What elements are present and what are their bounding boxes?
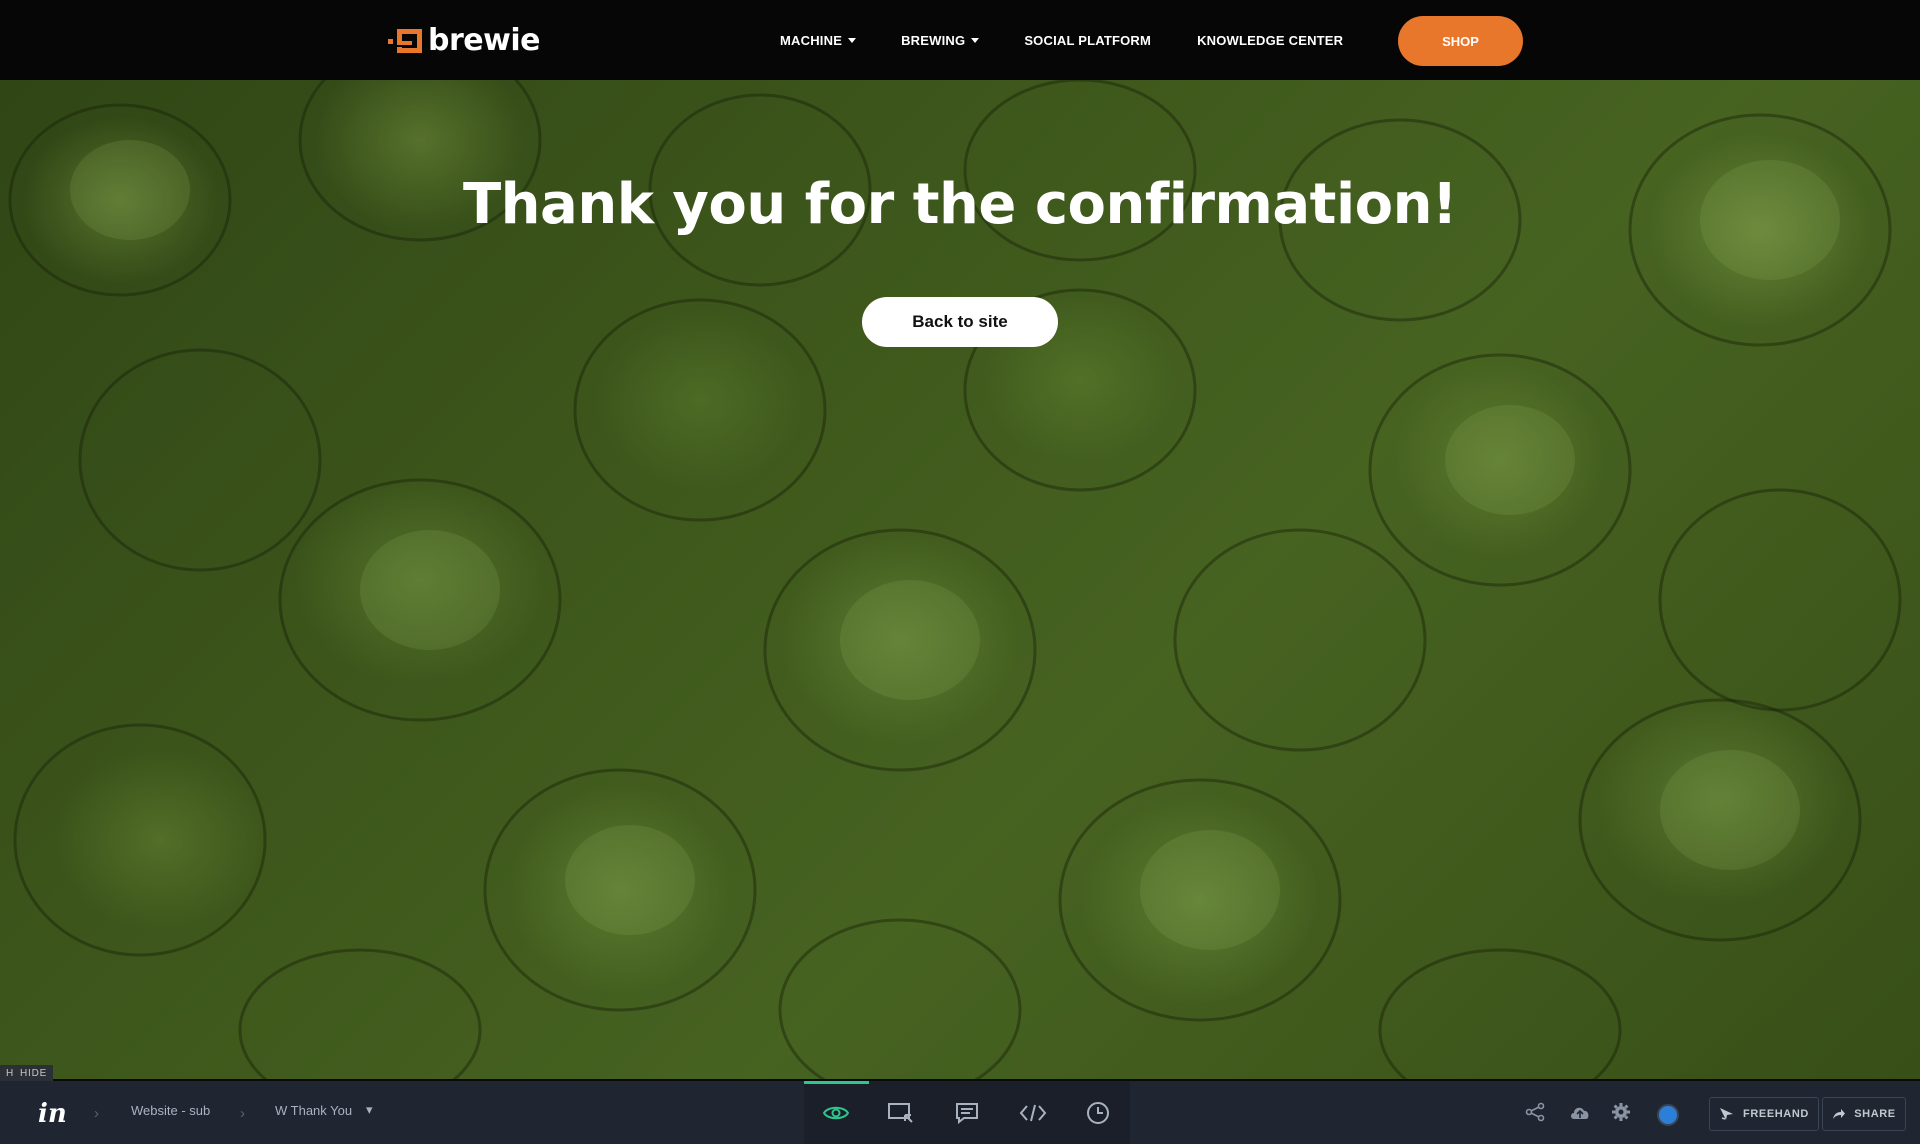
user-avatar[interactable] xyxy=(1657,1104,1679,1126)
nav-item-social-platform[interactable]: SOCIAL PLATFORM xyxy=(1024,33,1151,48)
share-arrow-icon xyxy=(1833,1109,1846,1119)
code-icon[interactable] xyxy=(1015,1095,1051,1131)
chevron-right-icon: › xyxy=(240,1105,245,1122)
nav-item-machine[interactable]: MACHINE xyxy=(780,32,857,48)
breadcrumb-screen[interactable]: W Thank You xyxy=(275,1103,352,1118)
page-title: Thank you for the confirmation! xyxy=(462,172,1458,237)
nav-item-brewing[interactable]: BREWING xyxy=(901,32,980,48)
brewie-logo-mark-icon xyxy=(388,29,422,53)
hero-background-hops-image: Thank you for the confirmation! Back to … xyxy=(0,80,1920,1079)
preview-eye-icon[interactable] xyxy=(818,1095,854,1131)
nav-item-label: BREWING xyxy=(901,32,966,48)
share-label: SHARE xyxy=(1854,1108,1896,1120)
hide-shortcut-key: H xyxy=(6,1067,15,1079)
chevron-right-icon: › xyxy=(94,1105,99,1122)
main-menu: MACHINE BREWING SOCIAL PLATFORM KNOWLEDG… xyxy=(780,0,1343,80)
share-button[interactable]: SHARE xyxy=(1822,1097,1906,1131)
caret-down-icon xyxy=(971,38,980,43)
build-inspect-icon[interactable] xyxy=(883,1095,919,1131)
nav-item-label: MACHINE xyxy=(780,32,843,48)
caret-down-icon[interactable]: ▾ xyxy=(366,1102,373,1118)
history-clock-icon[interactable] xyxy=(1080,1095,1116,1131)
invision-toolbar: in › Website - sub › W Thank You ▾ FREEH… xyxy=(0,1081,1920,1144)
top-navigation-bar: brewie MACHINE BREWING SOCIAL PLATFORM K… xyxy=(0,0,1920,80)
active-mode-indicator xyxy=(804,1081,869,1084)
nav-item-label: KNOWLEDGE CENTER xyxy=(1197,32,1344,48)
brewie-logo-wordmark: brewie xyxy=(428,23,540,58)
invision-logo[interactable]: in xyxy=(38,1099,67,1129)
mode-switcher xyxy=(804,1081,1130,1144)
freehand-button[interactable]: FREEHAND xyxy=(1709,1097,1819,1131)
hide-toolbar-toggle[interactable]: H HIDE xyxy=(0,1065,54,1081)
cloud-upload-icon[interactable] xyxy=(1567,1099,1593,1125)
nav-item-label: SOCIAL PLATFORM xyxy=(1024,32,1152,48)
hide-label: HIDE xyxy=(20,1067,48,1079)
shop-button[interactable]: SHOP xyxy=(1398,16,1523,66)
back-to-site-button[interactable]: Back to site xyxy=(862,297,1058,347)
breadcrumb-project[interactable]: Website - sub xyxy=(131,1103,210,1118)
share-nodes-icon[interactable] xyxy=(1522,1099,1548,1125)
brewie-logo[interactable]: brewie xyxy=(388,26,540,56)
nav-item-knowledge-center[interactable]: KNOWLEDGE CENTER xyxy=(1197,33,1343,48)
gear-icon[interactable] xyxy=(1608,1099,1634,1125)
comment-icon[interactable] xyxy=(949,1095,985,1131)
freehand-label: FREEHAND xyxy=(1743,1108,1809,1120)
caret-down-icon xyxy=(848,38,857,43)
freehand-cursor-icon xyxy=(1720,1108,1734,1120)
